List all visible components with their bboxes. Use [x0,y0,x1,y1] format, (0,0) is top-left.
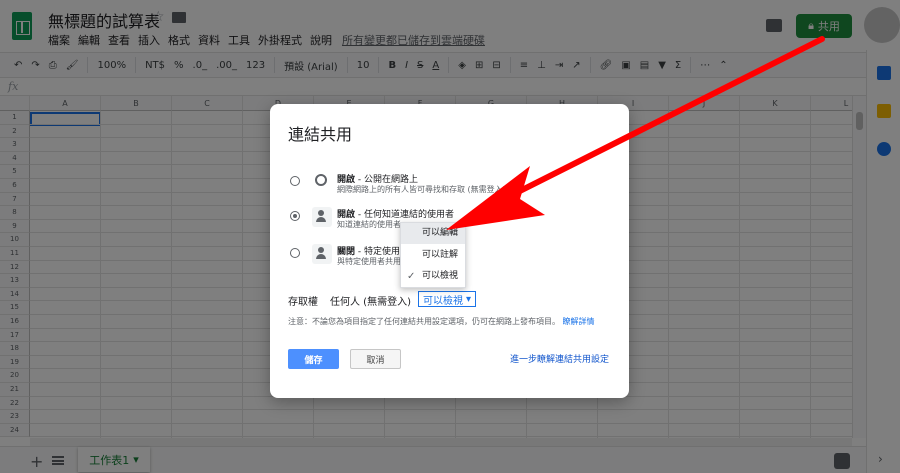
save-button[interactable]: 儲存 [288,349,339,369]
dialog-title: 連結共用 [288,125,353,144]
person-head-glyph [318,210,324,216]
radio-specific-people[interactable] [290,248,300,258]
access-who: 任何人 (無需登入) [330,297,411,308]
learn-details-link[interactable]: 瞭解詳情 [563,317,595,326]
dropdown-item-can-edit[interactable]: 可以編輯 [401,223,465,244]
person-body-glyph [316,254,326,259]
access-label: 存取權 [288,297,318,308]
radio-anyone-with-link[interactable] [290,211,300,221]
cancel-button[interactable]: 取消 [350,349,401,369]
radio-public[interactable] [290,176,300,186]
check-icon: ✓ [407,271,416,282]
access-level-select[interactable]: 可以檢視 ▾ [418,291,477,307]
learn-more-link[interactable]: 進一步瞭解連結共用設定 [510,352,609,365]
person-head-glyph [318,247,324,253]
note-text: 注意：不論您為項目指定了任何連結共用設定選項，仍可在網路上發布項目。 瞭解詳情 [288,317,595,326]
person-body-glyph [316,217,326,222]
access-level-dropdown: 可以編輯 可以註解 ✓ 可以檢視 [400,222,466,288]
option-description: 知道連結的使用者 [337,220,401,229]
globe-icon [315,174,327,186]
dropdown-arrow-icon: ▾ [466,293,472,305]
dropdown-item-can-comment[interactable]: 可以註解 [401,245,465,266]
option-description: 與特定使用者共用 [337,257,401,266]
access-level-value: 可以檢視 [423,295,463,307]
dropdown-item-can-view[interactable]: ✓ 可以檢視 [401,266,465,287]
option-public-on-web[interactable]: 開啟 - 公開在網路上 網際網路上的所有人皆可尋找和存取 (無需登入)。 [290,172,610,198]
option-description: 網際網路上的所有人皆可尋找和存取 (無需登入)。 [337,185,514,194]
